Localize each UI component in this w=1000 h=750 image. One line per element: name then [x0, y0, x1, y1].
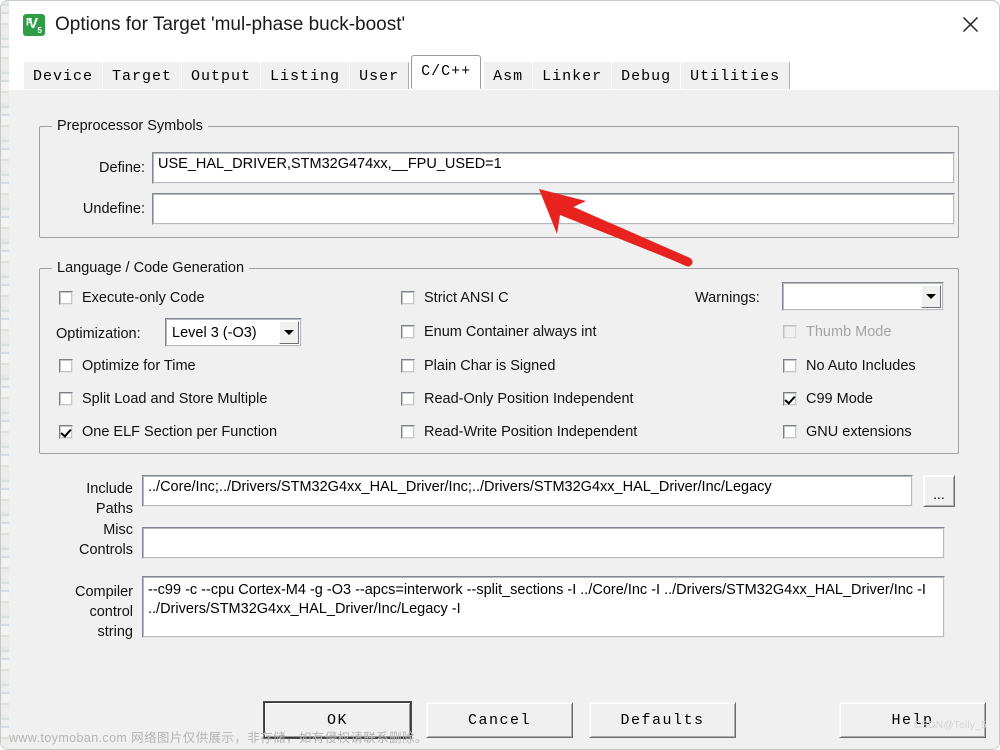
checkbox-label: Thumb Mode [806, 324, 892, 340]
checkbox-box [401, 425, 415, 439]
optimization-select[interactable]: Level 3 (-O3) [165, 318, 302, 347]
checkbox-label: Optimize for Time [82, 358, 196, 374]
compiler-control-string-label-line2: control [89, 604, 133, 620]
checkbox-label: Strict ANSI C [424, 290, 509, 306]
checkbox-box [401, 359, 415, 373]
language-code-generation-group: Language / Code Generation Execute-only … [39, 260, 959, 454]
checkbox-box [401, 291, 415, 305]
chevron-down-icon[interactable] [921, 285, 941, 308]
misc-controls-input[interactable] [142, 527, 945, 559]
checkbox-optimize-for-time[interactable]: Optimize for Time [59, 358, 196, 374]
checkbox-box [59, 359, 73, 373]
misc-controls-label-line1: Misc [103, 522, 133, 538]
tab-linker[interactable]: Linker [532, 62, 613, 89]
misc-controls-label-line2: Controls [79, 542, 133, 558]
options-dialog: µ V 5 Options for Target 'mul-phase buck… [0, 0, 1000, 750]
tab-output[interactable]: Output [181, 62, 262, 89]
checkbox-box [401, 325, 415, 339]
tab-utilities[interactable]: Utilities [680, 62, 791, 89]
watermark-text: www.toymoban.com 网络图片仅供展示，非存储，如有侵权请联系删除。 [9, 731, 428, 745]
checkbox-split-load-and-store-multiple[interactable]: Split Load and Store Multiple [59, 391, 267, 407]
checkbox-read-only-position-independent[interactable]: Read-Only Position Independent [401, 391, 634, 407]
include-paths-label-line2: Paths [95, 501, 133, 517]
checkbox-gnu-extensions[interactable]: GNU extensions [783, 424, 912, 440]
checkbox-thumb-mode: Thumb Mode [783, 324, 891, 340]
cancel-button[interactable]: Cancel [426, 702, 573, 738]
tab-asm[interactable]: Asm [483, 62, 534, 89]
tab-user[interactable]: User [349, 62, 410, 89]
checkbox-label: Split Load and Store Multiple [82, 391, 268, 407]
tab-device[interactable]: Device [23, 62, 104, 89]
checkbox-strict-ansi-c[interactable]: Strict ANSI C [401, 290, 509, 306]
checkbox-one-elf-section-per-function[interactable]: One ELF Section per Function [59, 424, 277, 440]
checkbox-execute-only-code[interactable]: Execute-only Code [59, 290, 205, 306]
chevron-down-icon[interactable] [279, 321, 299, 344]
checkbox-label: C99 Mode [806, 391, 873, 407]
checkbox-box [783, 359, 797, 373]
checkbox-box [59, 291, 73, 305]
tab-c-cpp[interactable]: C/C++ [411, 55, 482, 89]
checkbox-label: Execute-only Code [82, 290, 205, 306]
close-icon[interactable] [941, 1, 999, 48]
compiler-control-string-label-line3: string [97, 624, 133, 640]
include-paths-browse-button[interactable]: ... [923, 475, 955, 507]
checkbox-label: Read-Write Position Independent [424, 424, 638, 440]
define-label: Define: [99, 160, 145, 176]
defaults-button[interactable]: Defaults [589, 702, 736, 738]
c-cpp-page: Preprocessor Symbols Define: USE_HAL_DRI… [9, 89, 999, 749]
include-paths-input[interactable]: ../Core/Inc;../Drivers/STM32G4xx_HAL_Dri… [142, 475, 913, 507]
checkbox-label: Plain Char is Signed [424, 358, 556, 374]
tab-debug[interactable]: Debug [611, 62, 682, 89]
preprocessor-symbols-group: Preprocessor Symbols Define: USE_HAL_DRI… [39, 118, 959, 238]
preprocessor-symbols-legend: Preprocessor Symbols [52, 118, 208, 134]
checkbox-box [59, 392, 73, 406]
compiler-control-string-label-line1: Compiler [74, 584, 133, 600]
uvision-icon: µ V 5 [23, 14, 45, 36]
optimization-value: Level 3 (-O3) [172, 324, 257, 341]
checkbox-label: Read-Only Position Independent [424, 391, 634, 407]
checkbox-c99-mode[interactable]: C99 Mode [783, 391, 873, 407]
checkbox-box [401, 392, 415, 406]
checkbox-box [783, 392, 797, 406]
language-code-generation-legend: Language / Code Generation [52, 260, 250, 276]
checkbox-no-auto-includes[interactable]: No Auto Includes [783, 358, 916, 374]
checkbox-label: Enum Container always int [424, 324, 597, 340]
watermark-corner-text: CSDN@Telly_5 [913, 720, 987, 731]
checkbox-box [59, 425, 73, 439]
title-bar: µ V 5 Options for Target 'mul-phase buck… [9, 1, 999, 49]
checkbox-label: No Auto Includes [806, 358, 916, 374]
background-app-bleed [1, 1, 9, 749]
checkbox-plain-char-is-signed[interactable]: Plain Char is Signed [401, 358, 555, 374]
undefine-label: Undefine: [82, 201, 145, 217]
include-paths-label-line1: Include [86, 481, 133, 497]
tab-listing[interactable]: Listing [260, 62, 351, 89]
checkbox-read-write-position-independent[interactable]: Read-Write Position Independent [401, 424, 637, 440]
tab-target[interactable]: Target [102, 62, 183, 89]
optimization-label: Optimization: [56, 326, 141, 342]
warnings-label: Warnings: [695, 290, 760, 306]
checkbox-enum-container-always-int[interactable]: Enum Container always int [401, 324, 596, 340]
tab-strip: Device Target Output Listing User C/C++ … [9, 49, 999, 89]
checkbox-box [783, 425, 797, 439]
checkbox-box [783, 325, 797, 339]
undefine-input[interactable] [152, 193, 955, 225]
checkbox-label: GNU extensions [806, 424, 912, 440]
checkbox-label: One ELF Section per Function [82, 424, 278, 440]
define-input[interactable]: USE_HAL_DRIVER,STM32G474xx,__FPU_USED=1 [152, 152, 955, 184]
window-title: Options for Target 'mul-phase buck-boost… [55, 14, 406, 35]
compiler-control-string-input[interactable]: --c99 -c --cpu Cortex-M4 -g -O3 --apcs=i… [142, 576, 945, 638]
warnings-select[interactable] [782, 282, 944, 311]
